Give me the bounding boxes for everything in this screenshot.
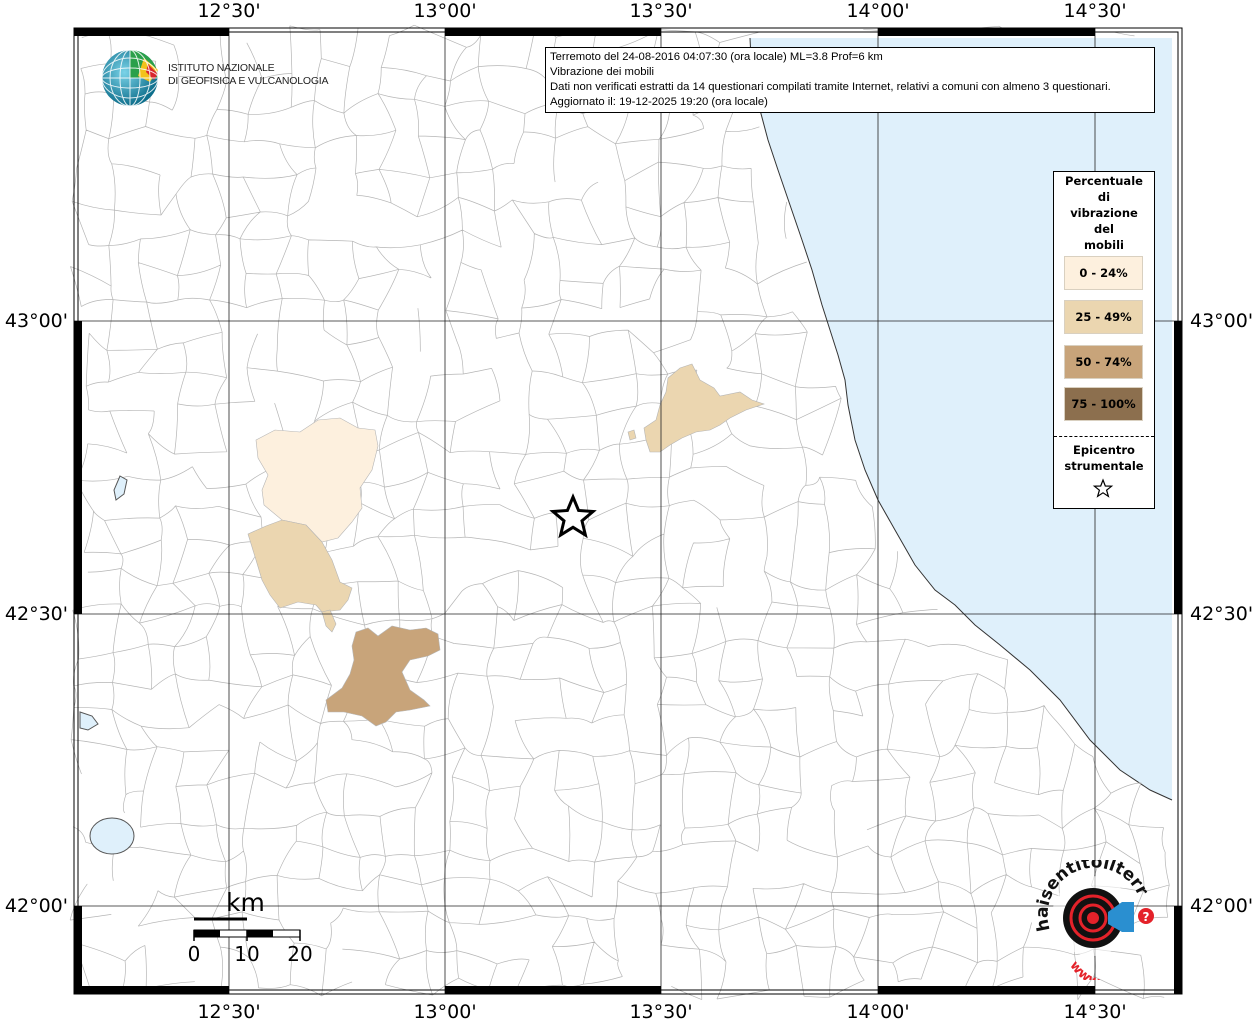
event-info-box: Terremoto del 24-08-2016 04:07:30 (ora l… (545, 47, 1155, 113)
lat-tick-left-2: 42°30' (4, 603, 68, 625)
scale-label-0: 0 (187, 942, 201, 966)
legend-item-50-74: 50 - 74% (1064, 345, 1143, 379)
svg-text:?: ? (1143, 910, 1150, 924)
lon-tick-top-1: 12°30' (197, 0, 261, 22)
lon-tick-top-2: 13°00' (413, 0, 477, 22)
lon-tick-top-4: 14°00' (846, 0, 910, 22)
scale-unit: km (226, 888, 265, 917)
svg-text:www.: www. (1066, 958, 1104, 980)
scale-label-20: 20 (287, 942, 313, 966)
lon-tick-bottom-1: 12°30' (197, 1001, 261, 1023)
scale-bar (193, 917, 301, 941)
legend-epicenter-label: Epicentro strumentale (1064, 443, 1144, 473)
lon-tick-bottom-5: 14°30' (1063, 1001, 1127, 1023)
municipality-50-74 (325, 625, 441, 727)
lon-tick-bottom-4: 14°00' (846, 1001, 910, 1023)
municipality-25-49-connector (321, 609, 337, 633)
ingv-name: ISTITUTO NAZIONALE DI GEOFISICA E VULCAN… (168, 62, 329, 88)
ingv-name-line1: ISTITUTO NAZIONALE (168, 62, 275, 74)
lake-trasimeno (89, 817, 135, 855)
lake-small (113, 475, 128, 501)
municipality-25-49-small (627, 429, 637, 441)
lat-tick-right-2: 42°30' (1190, 603, 1254, 625)
event-disclaimer: Dati non verificati estratti da 14 quest… (550, 81, 1111, 93)
lon-tick-top-5: 14°30' (1063, 0, 1127, 22)
hai-sentito-il-terremoto-logo: ? haisentitoilterremoto.it www. (1030, 860, 1154, 980)
municipality-25-49-east (643, 363, 765, 453)
star-icon (1092, 478, 1114, 498)
scale-label-10: 10 (234, 942, 260, 966)
legend: Percentuale di vibrazione del mobili 0 -… (1053, 171, 1155, 509)
lat-tick-right-3: 42°00' (1190, 895, 1254, 917)
lat-tick-left-3: 42°00' (4, 895, 68, 917)
lat-tick-left-1: 43°00' (4, 310, 68, 332)
lon-tick-bottom-2: 13°00' (413, 1001, 477, 1023)
legend-title: Percentuale di vibrazione del mobili (1065, 174, 1143, 252)
lon-tick-top-3: 13°30' (629, 0, 693, 22)
ingv-name-line2: DI GEOFISICA E VULCANOLOGIA (168, 75, 329, 87)
legend-item-75-100: 75 - 100% (1064, 387, 1143, 421)
lat-tick-right-1: 43°00' (1190, 310, 1254, 332)
legend-item-0-24: 0 - 24% (1064, 256, 1143, 290)
event-updated: Aggiornato il: 19-12-2025 19:20 (ora loc… (550, 96, 768, 108)
event-title: Terremoto del 24-08-2016 04:07:30 (ora l… (550, 51, 883, 63)
ingv-globe-icon (101, 49, 159, 107)
event-parameter: Vibrazione dei mobili (550, 66, 655, 78)
legend-separator (1054, 436, 1154, 437)
legend-item-25-49: 25 - 49% (1064, 300, 1143, 334)
lake-bolsena-edge (79, 711, 99, 731)
lon-tick-bottom-3: 13°30' (629, 1001, 693, 1023)
